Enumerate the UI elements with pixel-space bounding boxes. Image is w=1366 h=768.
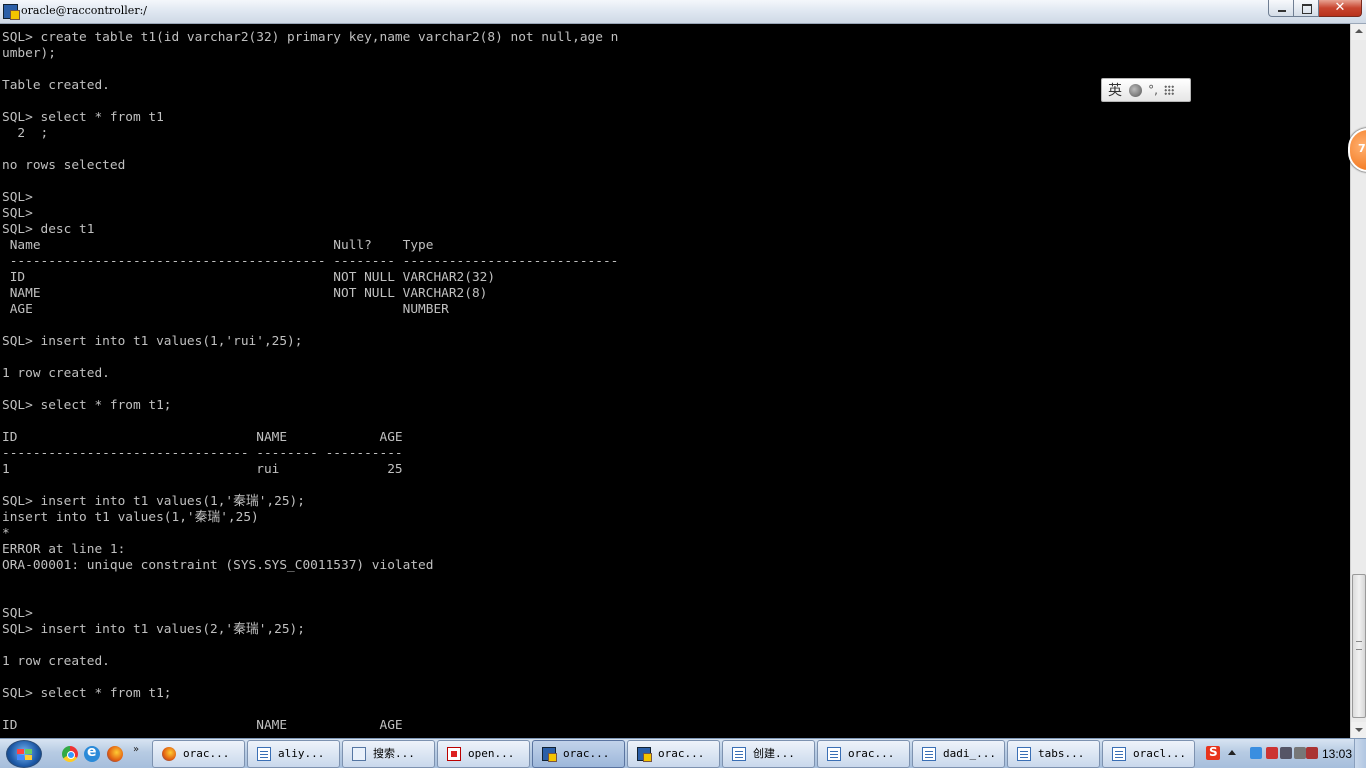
scroll-up-button[interactable] (1351, 24, 1366, 40)
terminal-line: SQL> select * from t1; (2, 398, 172, 413)
display-icon[interactable] (1280, 747, 1292, 759)
terminal-line: SQL> select * from t1; (2, 686, 172, 701)
terminal-line: ID NOT NULL VARCHAR2(32) (2, 270, 496, 285)
taskbar-button-label: orac... (563, 747, 610, 760)
title-bar: oracle@raccontroller:/ ✕ (0, 0, 1366, 24)
doc-icon (1017, 747, 1031, 761)
ime-language-toggle[interactable]: 英 (1105, 80, 1125, 100)
close-button[interactable]: ✕ (1319, 0, 1362, 17)
putty-icon (637, 747, 652, 762)
putty-icon (542, 747, 557, 762)
taskbar-button-label: 搜索... (373, 747, 415, 760)
terminal-output[interactable]: SQL> create table t1(id varchar2(32) pri… (0, 24, 1350, 738)
minimize-button[interactable] (1268, 0, 1294, 17)
taskbar-button-label: orac... (848, 747, 895, 760)
terminal-line: -------------------------------- -------… (2, 446, 403, 461)
terminal-line: ID NAME AGE (2, 718, 403, 733)
taskbar-button[interactable]: orac... (817, 740, 910, 768)
terminal-line: AGE NUMBER (2, 302, 449, 317)
terminal-line: ORA-00001: unique constraint (SYS.SYS_C0… (2, 558, 434, 573)
terminal-line: SQL> create table t1(id varchar2(32) pri… (2, 30, 619, 45)
terminal-line: SQL> select * from t1 (2, 110, 164, 125)
taskbar-button[interactable]: 搜索... (342, 740, 435, 768)
terminal-line: 1 row created. (2, 654, 110, 669)
pdf-icon (447, 747, 461, 761)
scroll-down-button[interactable] (1351, 722, 1366, 738)
taskbar-button[interactable]: aliy... (247, 740, 340, 768)
system-tray: 13:03 (1200, 739, 1366, 768)
maximize-button[interactable] (1294, 0, 1319, 17)
terminal-line: SQL> insert into t1 values(1,'秦瑞',25); (2, 494, 305, 509)
security-icon[interactable] (1266, 747, 1278, 759)
terminal-line: SQL> (2, 190, 33, 205)
doc-icon (257, 747, 271, 761)
putty-app-icon[interactable] (3, 4, 20, 20)
ie-icon[interactable] (84, 744, 100, 762)
ime-punctuation-toggle[interactable]: °, (1146, 83, 1160, 97)
network-icon[interactable] (1250, 747, 1262, 759)
notepad-icon (352, 747, 366, 761)
taskbar-button[interactable]: orac... (627, 740, 720, 768)
badge-count: 75 (1358, 142, 1366, 155)
taskbar-button[interactable]: oracl... (1102, 740, 1195, 768)
terminal-line: Table created. (2, 78, 110, 93)
terminal-line: 2 ; (2, 126, 49, 141)
ime-toolbar[interactable]: 英 °, (1101, 78, 1191, 102)
doc-icon (732, 747, 746, 761)
terminal-line: SQL> (2, 206, 33, 221)
terminal-line: insert into t1 values(1,'秦瑞',25) (2, 510, 259, 525)
terminal-line: 1 row created. (2, 366, 110, 381)
firefox-icon[interactable] (107, 746, 123, 762)
terminal-line: Name Null? Type (2, 238, 434, 253)
terminal-line: SQL> insert into t1 values(1,'rui',25); (2, 334, 303, 349)
terminal-line: SQL> (2, 606, 33, 621)
window-controls: ✕ (1268, 0, 1362, 17)
doc-icon (827, 747, 841, 761)
quicklaunch-more-button[interactable]: » (133, 744, 139, 755)
show-hidden-icons-button[interactable] (1228, 750, 1236, 755)
terminal-line: no rows selected (2, 158, 126, 173)
volume-icon[interactable] (1294, 747, 1306, 759)
taskbar-button-label: orac... (183, 747, 230, 760)
terminal-line: umber); (2, 46, 56, 61)
terminal-line: SQL> insert into t1 values(2,'秦瑞',25); (2, 622, 305, 637)
taskbar-button[interactable]: dadi_... (912, 740, 1005, 768)
taskbar-button-label: dadi_... (943, 747, 996, 760)
terminal-line: SQL> desc t1 (2, 222, 95, 237)
taskbar-button[interactable]: 创建... (722, 740, 815, 768)
firefox-icon (162, 747, 176, 761)
terminal-line: 1 rui 25 (2, 462, 403, 477)
clock[interactable]: 13:03 (1322, 747, 1352, 761)
taskbar: » orac... aliy... 搜索... open... orac... orac.… (0, 738, 1366, 768)
taskbar-button-label: open... (468, 747, 515, 760)
sogou-ime-icon[interactable] (1206, 745, 1220, 760)
app-tray-icon[interactable] (1306, 747, 1318, 759)
scroll-thumb[interactable] (1352, 574, 1366, 718)
taskbar-button-label: aliy... (278, 747, 325, 760)
doc-icon (922, 747, 936, 761)
taskbar-button-label: 创建... (753, 747, 795, 760)
terminal-line: ----------------------------------------… (2, 254, 619, 269)
taskbar-button-label: tabs... (1038, 747, 1085, 760)
terminal-line: ERROR at line 1: (2, 542, 126, 557)
taskbar-button-label: oracl... (1133, 747, 1186, 760)
window-title: oracle@raccontroller:/ (21, 4, 147, 17)
taskbar-button[interactable]: orac... (152, 740, 245, 768)
terminal-line: ID NAME AGE (2, 430, 403, 445)
taskbar-button[interactable]: orac... (532, 740, 625, 768)
grid-menu-icon[interactable] (1164, 85, 1174, 95)
taskbar-button[interactable]: tabs... (1007, 740, 1100, 768)
show-desktop-button[interactable] (1354, 739, 1366, 768)
doc-icon (1112, 747, 1126, 761)
taskbar-button[interactable]: open... (437, 740, 530, 768)
terminal-line: NAME NOT NULL VARCHAR2(8) (2, 286, 488, 301)
taskbar-button-label: orac... (658, 747, 705, 760)
chrome-icon[interactable] (62, 746, 78, 762)
start-button[interactable] (6, 740, 42, 768)
terminal-line: * (2, 526, 10, 541)
close-icon: ✕ (1334, 0, 1346, 15)
moon-icon[interactable] (1129, 83, 1142, 97)
